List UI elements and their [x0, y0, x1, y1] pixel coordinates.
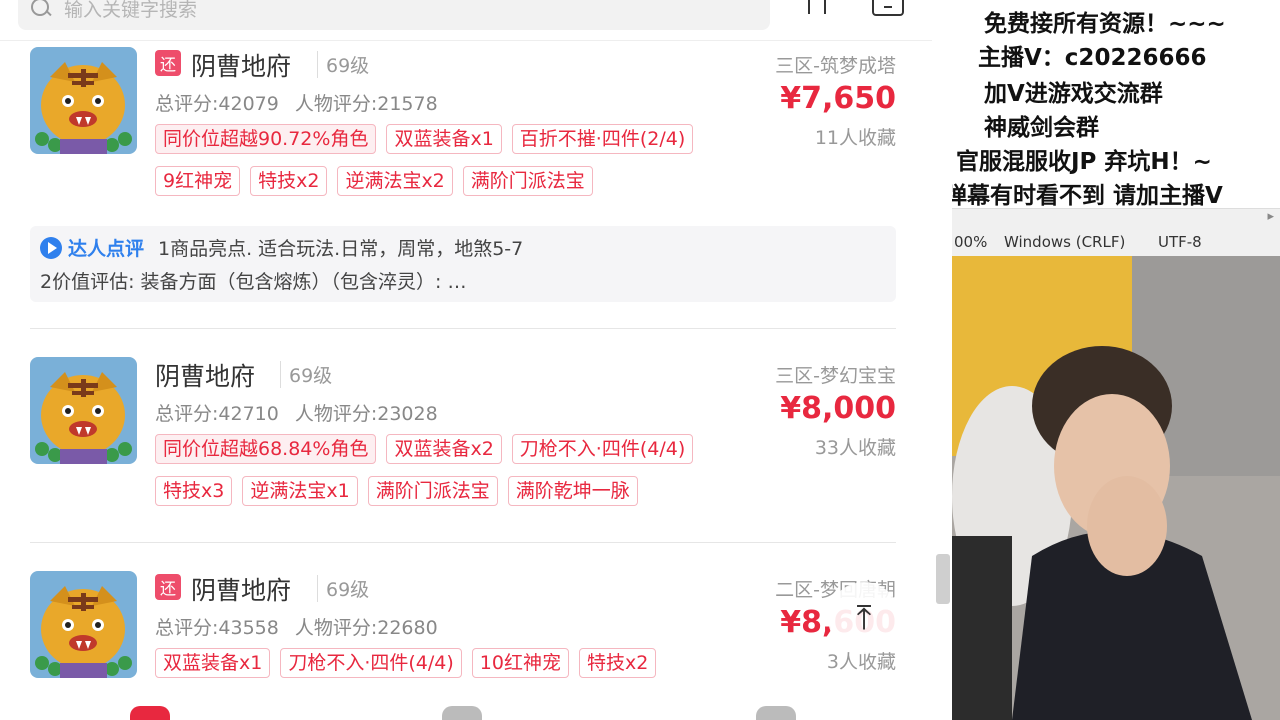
character-score: 人物评分:21578 — [294, 93, 438, 115]
notice-line: 神威剑会群 — [984, 115, 1099, 141]
total-score: 总评分:42710 — [155, 403, 279, 425]
notice-line: 官服混服收JP 弃坑H！~ — [956, 149, 1212, 175]
character-school-name: 阴曹地府 — [155, 362, 256, 391]
home-icon[interactable] — [130, 706, 170, 720]
editor-status-bar: ▸ 00% Windows (CRLF) UTF-8 — [952, 208, 1280, 256]
notice-line: 加V进游戏交流群 — [984, 81, 1163, 107]
review-line-1: 1商品亮点. 适合玩法.日常，周常，地煞5-7 — [158, 238, 524, 260]
character-level: 69级 — [317, 51, 369, 78]
server-name: 三区-筑梦成塔 — [775, 55, 896, 77]
notice-line: 免费接所有资源！~~~ — [984, 11, 1226, 37]
tag: 刀枪不入·四件(4/4) — [511, 434, 694, 464]
tag: 同价位超越90.72%角色 — [155, 124, 377, 154]
play-icon — [40, 236, 62, 259]
tag: 特技x2 — [250, 166, 328, 196]
total-score: 总评分:42079 — [155, 93, 279, 115]
tag: 满阶门派法宝 — [367, 476, 498, 506]
favorites-count: 33人收藏 — [814, 437, 896, 459]
back-to-top-button[interactable]: ⤒ — [828, 582, 900, 654]
character-avatar — [30, 357, 137, 464]
tag: 逆满法宝x1 — [242, 476, 358, 506]
listing-divider — [30, 542, 896, 543]
tag: 刀枪不入·四件(4/4) — [280, 648, 462, 678]
review-label: 达人点评 — [68, 238, 145, 260]
score-line: 总评分:43558 人物评分:22680 — [155, 613, 438, 640]
webcam-feed — [952, 256, 1280, 720]
character-avatar — [30, 571, 137, 678]
character-school-name: 阴曹地府 — [191, 52, 292, 81]
tag: 双蓝装备x2 — [386, 434, 502, 464]
stream-notice: 免费接所有资源！~~~ 主播V：c20226666 加V进游戏交流群 神威剑会群… — [952, 0, 1280, 209]
bottom-nav — [0, 700, 932, 720]
line-ending: Windows (CRLF) — [1004, 233, 1126, 251]
zoom-level: 00% — [954, 233, 988, 251]
listing-card[interactable]: 还 阴曹地府 69级 总评分:43558人物评分:22680 二区-梦回唐朝 ¥… — [30, 571, 896, 720]
character-score: 人物评分:23028 — [294, 403, 438, 425]
character-avatar — [30, 47, 137, 154]
scroll-right-icon: ▸ — [1267, 209, 1274, 224]
notice-line: 主播V：c20226666 — [978, 45, 1207, 71]
listing-card[interactable]: 还 阴曹地府 69级 总评分:42079 人物评分:21578 三区-筑梦成塔 ¥… — [30, 47, 896, 207]
character-level: 69级 — [317, 575, 369, 602]
filter-icon[interactable] — [808, 0, 826, 14]
listing-divider — [30, 328, 896, 329]
score-line: 总评分:42710 人物评分:23028 — [155, 399, 438, 426]
tag-list: 双蓝装备x1 刀枪不入·四件(4/4) 10红神宠 特技x2 — [155, 648, 755, 678]
returned-badge: 还 — [155, 574, 181, 600]
returned-badge: 还 — [155, 50, 181, 76]
header-divider — [0, 40, 932, 41]
tag: 特技x3 — [155, 476, 233, 506]
tag-list: 同价位超越68.84%角色 双蓝装备x2 刀枪不入·四件(4/4) 特技x3 逆… — [155, 434, 755, 506]
character-school-name: 阴曹地府 — [191, 576, 292, 605]
search-input[interactable]: 输入关键字搜索 — [18, 0, 770, 30]
tag-list: 同价位超越90.72%角色 双蓝装备x1 百折不摧·四件(2/4) 9红神宠 特… — [155, 124, 755, 196]
score-line: 总评分:42079 人物评分:21578 — [155, 89, 438, 116]
tag: 双蓝装备x1 — [386, 124, 502, 154]
tag: 9红神宠 — [155, 166, 241, 196]
expert-review[interactable]: 达人点评 1商品亮点. 适合玩法.日常，周常，地煞5-7 2价值评估: 装备方面… — [30, 226, 896, 302]
search-icon — [30, 0, 52, 19]
cart-icon[interactable] — [872, 0, 904, 16]
favorites-count: 11人收藏 — [814, 127, 896, 149]
search-placeholder: 输入关键字搜索 — [64, 0, 198, 21]
price: ¥7,650 — [780, 81, 896, 116]
price: ¥8,000 — [780, 391, 896, 426]
tag: 满阶乾坤一脉 — [507, 476, 638, 506]
review-line-2: 2价值评估: 装备方面（包含熔炼）（包含淬灵）: … — [40, 271, 467, 293]
trading-app: 输入关键字搜索 还 阴曹地府 69级 总评分:42079 人物评分:21578 … — [0, 0, 932, 720]
tag: 双蓝装备x1 — [155, 648, 271, 678]
scrollbar-thumb[interactable] — [936, 554, 950, 604]
tag: 百折不摧·四件(2/4) — [511, 124, 694, 154]
tag: 满阶门派法宝 — [462, 166, 593, 196]
listing-card[interactable]: 阴曹地府 69级 总评分:42710 人物评分:23028 三区-梦幻宝宝 ¥8,… — [30, 357, 896, 517]
message-icon[interactable] — [442, 706, 482, 720]
stream-overlay: 免费接所有资源！~~~ 主播V：c20226666 加V进游戏交流群 神威剑会群… — [952, 0, 1280, 720]
character-level: 69级 — [280, 361, 332, 388]
total-score: 总评分:43558 — [155, 617, 279, 639]
tag: 10红神宠 — [471, 648, 569, 678]
tag: 逆满法宝x2 — [337, 166, 453, 196]
notice-line: 弹幕有时看不到 请加主播V — [952, 183, 1223, 209]
server-name: 三区-梦幻宝宝 — [775, 365, 896, 387]
encoding: UTF-8 — [1158, 233, 1202, 251]
character-score: 人物评分:22680 — [294, 617, 438, 639]
tag: 同价位超越68.84%角色 — [155, 434, 377, 464]
tag: 特技x2 — [578, 648, 657, 678]
profile-icon[interactable] — [756, 706, 796, 720]
